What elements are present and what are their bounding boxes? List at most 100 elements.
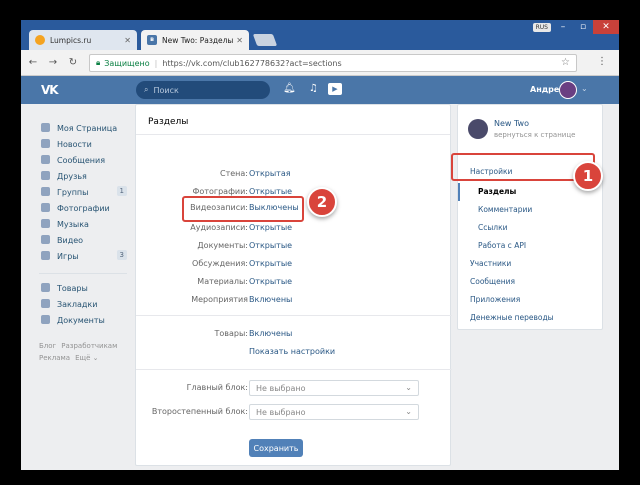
select-value: Не выбрано — [256, 384, 306, 393]
sidebar-item-groups[interactable]: Группы 1 — [39, 184, 127, 200]
row-label: Стена: — [220, 169, 248, 178]
group-settings-menu: New Two вернуться к странице Настройки Р… — [457, 104, 603, 330]
row-label: Обсуждения: — [192, 259, 248, 268]
footer-link-ads[interactable]: Реклама — [39, 354, 70, 362]
row-label: Главный блок: — [186, 383, 248, 392]
row-label: Товары: — [214, 329, 249, 338]
left-sidebar: Моя Страница Новости Сообщения Друзья Гр… — [39, 120, 127, 364]
row-value-link[interactable]: Открытые — [249, 259, 292, 268]
save-button[interactable]: Сохранить — [249, 439, 303, 457]
reload-icon[interactable]: ↻ — [65, 57, 81, 68]
sidebar-item-bookmarks[interactable]: Закладки — [39, 296, 127, 312]
menu-item-money-transfers[interactable]: Денежные переводы — [470, 313, 554, 322]
bell-icon[interactable]: 🔔︎ — [283, 83, 296, 94]
menu-item-comments[interactable]: Комментарии — [478, 205, 532, 214]
address-bar[interactable]: 🔒︎ Защищено | https://vk.com/club1627786… — [89, 54, 577, 72]
menu-item-api[interactable]: Работа с API — [478, 241, 526, 250]
minimize-icon[interactable]: – — [553, 20, 573, 34]
show-settings-link[interactable]: Показать настройки — [249, 347, 335, 356]
tab-lumpics[interactable]: Lumpics.ru ✕ — [29, 30, 137, 50]
tab-new-two[interactable]: в New Two: Разделы ✕ — [141, 30, 249, 50]
divider — [39, 264, 127, 274]
bookmark-star-icon[interactable]: ☆ — [561, 57, 570, 68]
vk-logo[interactable]: VK — [41, 83, 59, 97]
step-badge-2: 2 — [307, 187, 337, 217]
sidebar-item-label: Видео — [57, 235, 84, 245]
section-row-discussions: Обсуждения: Открытые — [136, 259, 452, 273]
menu-item-sections[interactable]: Разделы — [478, 187, 516, 196]
separator: | — [154, 58, 158, 68]
new-tab-button[interactable] — [252, 34, 278, 46]
sidebar-item-my-page[interactable]: Моя Страница — [39, 120, 127, 136]
back-to-page-link[interactable]: вернуться к странице — [494, 131, 575, 139]
sidebar-item-documents[interactable]: Документы — [39, 312, 127, 328]
group-avatar[interactable] — [468, 119, 488, 139]
messages-icon — [41, 155, 50, 164]
main-block-select[interactable]: Не выбрано ⌄ — [249, 380, 419, 396]
bookmarks-icon — [41, 299, 50, 308]
forward-arrow-icon[interactable]: → — [45, 57, 61, 68]
sidebar-item-friends[interactable]: Друзья — [39, 168, 127, 184]
friends-icon — [41, 171, 50, 180]
footer-link-more[interactable]: Ещё ⌄ — [75, 354, 98, 362]
music-note-icon[interactable]: ♫ — [309, 83, 318, 94]
select-value: Не выбрано — [256, 408, 306, 417]
sections-panel: Разделы Стена: Открытая Фотографии: Откр… — [135, 104, 452, 466]
search-input[interactable]: ⌕ Поиск — [136, 81, 270, 99]
play-icon[interactable]: ▶ — [328, 83, 342, 95]
row-value-link[interactable]: Включены — [249, 295, 292, 304]
row-label: Фотографии: — [192, 187, 248, 196]
games-icon — [41, 251, 50, 260]
news-icon — [41, 139, 50, 148]
row-value-link[interactable]: Открытая — [249, 169, 291, 178]
group-name[interactable]: New Two — [494, 119, 529, 128]
sidebar-item-label: Сообщения — [57, 155, 106, 165]
active-indicator — [458, 183, 460, 201]
footer-link-blog[interactable]: Блог — [39, 342, 56, 350]
back-arrow-icon[interactable]: ← — [25, 57, 41, 68]
address-toolbar: ← → ↻ 🔒︎ Защищено | https://vk.com/club1… — [21, 50, 619, 76]
close-window-icon[interactable]: ✕ — [593, 20, 619, 34]
chrome-menu-icon[interactable]: ⋮ — [597, 56, 607, 67]
page-title: Разделы — [136, 105, 450, 135]
sidebar-item-games[interactable]: Игры 3 — [39, 248, 127, 264]
sidebar-item-music[interactable]: Музыка — [39, 216, 127, 232]
menu-item-apps[interactable]: Приложения — [470, 295, 520, 304]
sidebar-item-label: Музыка — [57, 219, 89, 229]
sidebar-item-video[interactable]: Видео — [39, 232, 127, 248]
vk-header: VK ⌕ Поиск 🔔︎ ♫ ▶ Андрей ⌄ — [21, 76, 619, 104]
sidebar-item-label: Товары — [57, 283, 88, 293]
row-value-link[interactable]: Включены — [249, 329, 292, 338]
sidebar-item-label: Игры — [57, 251, 79, 261]
tab-strip: Lumpics.ru ✕ в New Two: Разделы ✕ RUS – … — [21, 20, 619, 50]
language-indicator: RUS — [532, 23, 551, 32]
footer-link-developers[interactable]: Разработчикам — [61, 342, 117, 350]
row-value-link[interactable]: Открытые — [249, 241, 292, 250]
menu-item-members[interactable]: Участники — [470, 259, 511, 268]
sidebar-item-label: Новости — [57, 139, 92, 149]
row-value-link[interactable]: Открытые — [249, 277, 292, 286]
row-value-link[interactable]: Открытые — [249, 187, 292, 196]
chevron-down-icon[interactable]: ⌄ — [581, 84, 588, 93]
secondary-block-select[interactable]: Не выбрано ⌄ — [249, 404, 419, 420]
close-tab-icon[interactable]: ✕ — [124, 36, 131, 45]
maximize-icon[interactable]: ▫ — [573, 20, 593, 34]
section-row-wall: Стена: Открытая — [136, 169, 452, 183]
home-icon — [41, 123, 50, 132]
row-label: Мероприятия — [191, 295, 248, 304]
user-avatar[interactable] — [559, 81, 577, 99]
close-tab-icon[interactable]: ✕ — [236, 36, 243, 45]
sidebar-item-label: Фотографии — [57, 203, 110, 213]
menu-item-links[interactable]: Ссылки — [478, 223, 507, 232]
sidebar-item-photos[interactable]: Фотографии — [39, 200, 127, 216]
menu-item-messages[interactable]: Сообщения — [470, 277, 515, 286]
lumpics-favicon-icon — [35, 35, 45, 45]
row-value-link[interactable]: Открытые — [249, 223, 292, 232]
chevron-down-icon: ⌄ — [405, 407, 412, 416]
sidebar-item-label: Группы — [57, 187, 89, 197]
sidebar-item-news[interactable]: Новости — [39, 136, 127, 152]
sidebar-item-label: Закладки — [57, 299, 98, 309]
sidebar-item-goods[interactable]: Товары — [39, 280, 127, 296]
sidebar-item-messages[interactable]: Сообщения — [39, 152, 127, 168]
browser-window: Lumpics.ru ✕ в New Two: Разделы ✕ RUS – … — [21, 20, 619, 470]
